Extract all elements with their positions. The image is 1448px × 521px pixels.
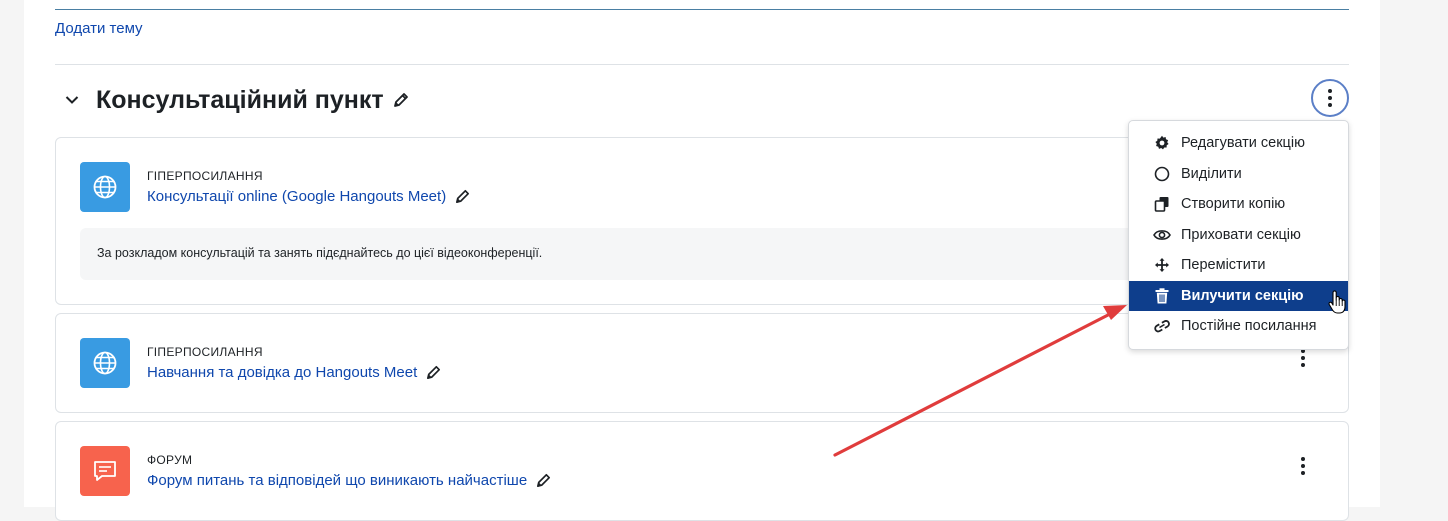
trash-icon <box>1153 287 1171 305</box>
kebab-icon <box>1301 349 1305 367</box>
menu-item-highlight[interactable]: Виділити <box>1129 159 1348 190</box>
section-title: Консультаційний пункт <box>96 85 384 114</box>
menu-item-permalink[interactable]: Постійне посилання <box>1129 311 1348 342</box>
section-divider <box>55 64 1349 65</box>
kebab-icon <box>1328 89 1332 107</box>
menu-item-label: Створити копію <box>1181 196 1286 213</box>
edit-title-button[interactable] <box>392 91 410 109</box>
menu-item-duplicate[interactable]: Створити копію <box>1129 189 1348 220</box>
menu-item-move[interactable]: Перемістити <box>1129 250 1348 281</box>
globe-icon <box>93 351 117 375</box>
pencil-icon[interactable] <box>535 472 552 489</box>
section-actions-button[interactable] <box>1311 79 1349 117</box>
chevron-down-icon <box>65 96 79 104</box>
forum-icon <box>94 461 116 481</box>
course-page: Додати тему Консультаційний пункт ГІПЕРП… <box>24 0 1380 521</box>
activity-icon <box>80 446 130 496</box>
gear-icon <box>1153 134 1171 152</box>
copy-icon <box>1153 195 1171 213</box>
activity-card: ФОРУМ Форум питань та відповідей що вини… <box>55 421 1349 521</box>
add-topic-link[interactable]: Додати тему <box>55 20 143 37</box>
menu-item-label: Перемістити <box>1181 257 1266 274</box>
menu-item-delete-section[interactable]: Вилучити секцію <box>1129 280 1348 311</box>
section-actions-menu: Редагувати секцію Виділити Створити копі… <box>1128 120 1349 350</box>
activity-link[interactable]: Форум питань та відповідей що виникають … <box>147 472 552 489</box>
menu-item-label: Приховати секцію <box>1181 226 1301 243</box>
eye-icon <box>1153 226 1171 244</box>
activity-name: Форум питань та відповідей що виникають … <box>147 472 528 489</box>
top-divider <box>55 9 1349 10</box>
menu-item-edit-section[interactable]: Редагувати секцію <box>1129 128 1348 159</box>
globe-icon <box>93 175 117 199</box>
pencil-icon[interactable] <box>454 188 471 205</box>
activity-link[interactable]: Навчання та довідка до Hangouts Meet <box>147 364 442 381</box>
menu-item-hide-section[interactable]: Приховати секцію <box>1129 220 1348 251</box>
menu-item-label: Вилучити секцію <box>1181 287 1304 304</box>
activity-actions-button[interactable] <box>1298 349 1308 367</box>
activity-actions-button[interactable] <box>1298 457 1308 475</box>
menu-item-label: Редагувати секцію <box>1181 135 1305 152</box>
move-icon <box>1153 256 1171 274</box>
activity-icon <box>80 338 130 388</box>
menu-item-label: Виділити <box>1181 165 1242 182</box>
collapse-section-button[interactable] <box>59 87 85 113</box>
activity-type-label: ГІПЕРПОСИЛАННЯ <box>147 345 263 359</box>
activity-link[interactable]: Консультації online (Google Hangouts Mee… <box>147 188 471 205</box>
link-icon <box>1153 317 1171 335</box>
pencil-icon[interactable] <box>425 364 442 381</box>
menu-item-label: Постійне посилання <box>1181 318 1317 335</box>
circle-icon <box>1153 165 1171 183</box>
activity-type-label: ФОРУМ <box>147 453 193 467</box>
activity-name: Консультації online (Google Hangouts Mee… <box>147 188 447 205</box>
activity-icon <box>80 162 130 212</box>
pencil-icon <box>393 93 408 107</box>
activity-type-label: ГІПЕРПОСИЛАННЯ <box>147 169 263 183</box>
section-header: Консультаційний пункт <box>55 80 410 120</box>
activity-name: Навчання та довідка до Hangouts Meet <box>147 364 418 381</box>
kebab-icon <box>1301 457 1305 475</box>
